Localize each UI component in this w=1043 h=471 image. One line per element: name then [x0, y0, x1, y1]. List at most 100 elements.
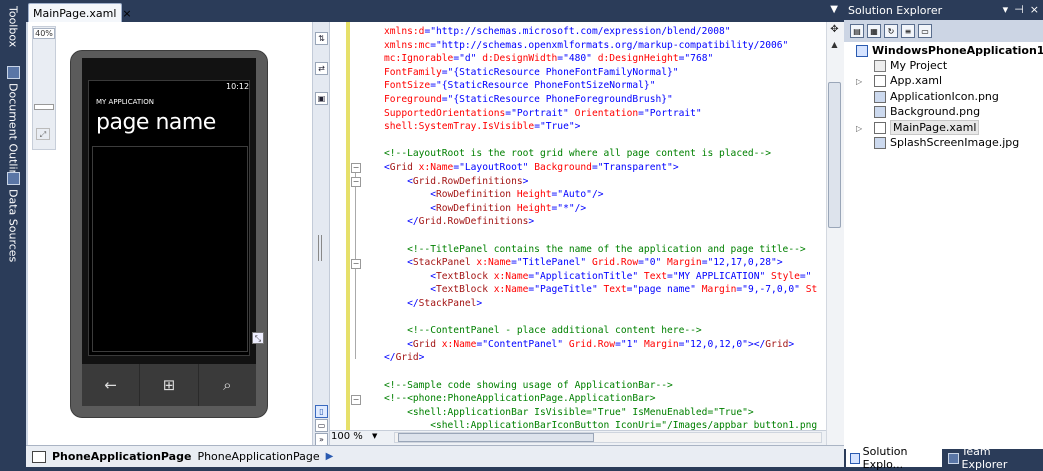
view-designer-icon[interactable]: ▭ [918, 24, 932, 38]
show-all-files-icon[interactable]: ▦ [867, 24, 881, 38]
code-line: <!--ContentPanel - place additional cont… [384, 324, 702, 338]
data-sources-tab[interactable]: Data Sources [4, 172, 22, 262]
tree-node-label: My Project [890, 59, 948, 72]
code-scroll-thumb[interactable] [828, 82, 841, 228]
content-panel[interactable] [92, 146, 248, 352]
view-splitter[interactable]: ⇅ ⇄ ▣ ▯ ▭ » [312, 22, 330, 446]
code-line: <TextBlock x:Name="PageTitle" Text="page… [384, 283, 817, 297]
code-token: "1" [620, 338, 639, 350]
breadcrumb-element[interactable]: PhoneApplicationPage [52, 450, 191, 463]
tab-solution-explorer[interactable]: Solution Explo... [846, 445, 942, 471]
code-token: x:Name [436, 338, 477, 350]
vertical-split-icon[interactable]: ▯ [315, 405, 328, 418]
breadcrumb-type: PhoneApplicationPage [197, 450, 320, 463]
scroll-up-icon[interactable]: ▲ [828, 40, 841, 52]
collapse-layoutroot-icon[interactable]: − [351, 163, 361, 173]
code-line: <!--TitlePanel contains the name of the … [384, 243, 806, 257]
collapse-titlepanel-icon[interactable]: − [351, 259, 361, 269]
split-editor-icon[interactable]: ✥ [828, 24, 841, 36]
toolbox-tab[interactable]: Toolbox [4, 6, 22, 47]
tree-node-label: MainPage.xaml [890, 120, 980, 135]
code-token: Margin [638, 338, 679, 350]
tree-node-background[interactable]: Background.png [874, 105, 980, 118]
back-key-icon[interactable]: ← [82, 364, 141, 406]
expand-mainpage-icon[interactable]: ▷ [856, 124, 862, 133]
code-token: Grid.Row [586, 257, 639, 269]
tab-mainpage-xaml[interactable]: MainPage.xaml × [28, 3, 132, 22]
code-token: > [574, 121, 581, 133]
code-token: "MY APPLICATION" [672, 270, 766, 282]
code-token: TextBlock [435, 270, 488, 282]
close-tab-icon[interactable]: × [122, 7, 131, 20]
code-token: Height [511, 202, 552, 214]
view-code-icon[interactable]: ≡ [901, 24, 915, 38]
code-token: SupportedOrientations [384, 107, 506, 119]
code-line: <shell:ApplicationBar IsVisible="True" I… [384, 406, 754, 420]
breadcrumb-next-icon[interactable]: ▶ [326, 451, 334, 462]
code-token: "{StaticResource PhoneFontFamilyNormal}" [447, 66, 679, 78]
code-token: </ [384, 352, 396, 364]
auto-hide-icon[interactable]: ⊣ [1014, 3, 1024, 16]
refresh-icon[interactable]: ↻ [884, 24, 898, 38]
tab-team-explorer[interactable]: Team Explorer [944, 445, 1040, 471]
start-key-icon[interactable]: ⊞ [140, 364, 199, 406]
tree-node-app-xaml[interactable]: App.xaml [874, 74, 942, 87]
close-panel-icon[interactable]: × [1030, 3, 1039, 16]
search-key-icon[interactable]: ⌕ [199, 364, 256, 406]
document-outline-icon [6, 66, 20, 79]
tab-dropdown-icon[interactable]: ▼ [830, 4, 838, 15]
application-title[interactable]: MY APPLICATION [96, 98, 154, 106]
code-zoom-select[interactable]: 100 % [331, 431, 363, 442]
horizontal-split-icon[interactable]: ⇄ [315, 62, 328, 75]
code-token: "Auto" [557, 189, 592, 201]
collapse-pane-icon[interactable]: ▣ [315, 92, 328, 105]
collapse-comment-icon[interactable]: − [351, 395, 361, 405]
code-line: <StackPanel x:Name="TitlePanel" Grid.Row… [384, 256, 783, 270]
tree-node-my-project[interactable]: My Project [874, 59, 947, 72]
code-token: < [384, 338, 413, 350]
tree-node-splashscreen[interactable]: SplashScreenImage.jpg [874, 136, 1019, 149]
code-line: <RowDefinition Height="*"/> [384, 202, 586, 216]
code-token: Grid [395, 352, 419, 364]
code-token: < [384, 284, 436, 296]
document-outline-tab[interactable]: Document Outline [4, 66, 22, 183]
code-line: FontFamily="{StaticResource PhoneFontFam… [384, 66, 679, 80]
splitter-grip[interactable] [318, 235, 322, 261]
zoom-dropdown-icon[interactable]: ▼ [372, 432, 377, 440]
properties-icon[interactable]: ▤ [850, 24, 864, 38]
collapse-rowdefinitions-icon[interactable]: − [351, 177, 361, 187]
code-token: > [528, 216, 535, 228]
page-element-icon [32, 450, 46, 463]
code-horizontal-thumb[interactable] [398, 433, 594, 442]
solution-tree[interactable]: WindowsPhoneApplication1 My Project ▷ Ap… [844, 42, 1043, 449]
tree-node-solution[interactable]: WindowsPhoneApplication1 [856, 44, 1043, 57]
code-token: "ContentPanel" [482, 338, 564, 350]
code-token: Foreground [384, 94, 442, 105]
horizontal-split-bottom-icon[interactable]: ▭ [315, 419, 328, 432]
code-token: "http://schemas.openxmlformats.org/marku… [436, 39, 789, 51]
code-token: Style [765, 270, 800, 282]
image-file-icon [874, 105, 886, 118]
tree-node-applicationicon[interactable]: ApplicationIcon.png [874, 90, 999, 103]
code-line: Foreground="{StaticResource PhoneForegro… [384, 93, 673, 107]
code-token: StackPanel [418, 298, 477, 309]
document-outline-label: Document Outline [6, 83, 20, 184]
code-token: x:Name [487, 270, 529, 282]
window-position-icon[interactable]: ▾ [1003, 3, 1009, 16]
tree-node-mainpage-xaml[interactable]: MainPage.xaml [874, 120, 980, 135]
code-token: "9,-7,0,0" [742, 284, 800, 296]
element-breadcrumb: PhoneApplicationPage PhoneApplicationPag… [26, 445, 844, 467]
zoom-slider-thumb[interactable] [34, 104, 54, 110]
code-token: <!--ContentPanel - place additional cont… [384, 325, 702, 337]
tree-node-label: Background.png [890, 105, 981, 118]
resize-handle-icon[interactable]: ⤡ [252, 332, 264, 344]
code-line: </Grid.RowDefinitions> [384, 215, 534, 229]
swap-panes-icon[interactable]: ⇅ [315, 32, 328, 45]
code-line: SupportedOrientations="Portrait" Orienta… [384, 107, 702, 121]
expand-app-xaml-icon[interactable]: ▷ [856, 77, 862, 86]
code-line: FontSize="{StaticResource PhoneFontSizeN… [384, 79, 656, 93]
code-token: x:Name [470, 257, 512, 269]
page-title[interactable]: page name [96, 110, 216, 135]
xaml-file-icon [874, 121, 886, 134]
fit-to-window-icon[interactable]: ⤢ [36, 128, 50, 140]
